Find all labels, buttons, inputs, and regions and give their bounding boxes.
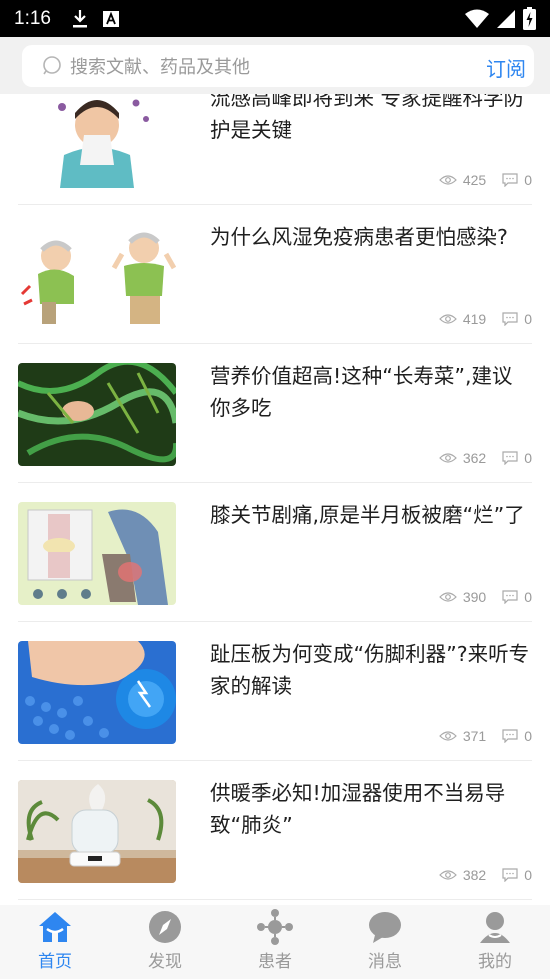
article-item[interactable]: 营养价值超高!这种“长寿菜”,建议你多吃 362 0 bbox=[18, 344, 532, 483]
article-stats: 425 0 bbox=[438, 172, 532, 188]
signal-icon bbox=[497, 9, 515, 28]
a-notification-icon bbox=[102, 10, 119, 27]
nav-label: 消息 bbox=[368, 952, 402, 972]
battery-charging-icon bbox=[523, 7, 536, 30]
search-header: 搜索文献、药品及其他 订阅 bbox=[0, 37, 550, 94]
message-icon bbox=[369, 912, 401, 943]
flu-person-illustration bbox=[18, 94, 176, 188]
knee-pain-illustration bbox=[18, 502, 176, 605]
article-item[interactable]: 流感高峰即将到来 专家提醒科学防护是关键 425 0 bbox=[18, 94, 532, 205]
status-time: 1:16 bbox=[14, 7, 51, 29]
article-title: 供暖季必知!加湿器使用不当易导致“肺炎” bbox=[210, 781, 506, 837]
search-placeholder: 搜索文献、药品及其他 bbox=[70, 57, 250, 78]
article-list: 流感高峰即将到来 专家提醒科学防护是关键 425 0 为什么风湿免疫病患者更怕感… bbox=[0, 94, 550, 905]
search-input[interactable]: 搜索文献、药品及其他 订阅 bbox=[22, 45, 534, 87]
article-thumbnail bbox=[18, 641, 176, 744]
comment-count: 0 bbox=[524, 450, 532, 466]
view-count: 390 bbox=[462, 589, 487, 605]
nav-home[interactable]: 首页 bbox=[0, 905, 110, 979]
nav-label: 患者 bbox=[258, 952, 292, 972]
nav-discover[interactable]: 发现 bbox=[110, 905, 220, 979]
article-stats: 390 0 bbox=[438, 589, 532, 605]
nav-label: 首页 bbox=[38, 952, 72, 972]
home-icon bbox=[39, 912, 71, 942]
compass-icon bbox=[149, 911, 181, 943]
article-item[interactable]: 趾压板为何变成“伤脚利器”?来听专家的解读 371 0 bbox=[18, 622, 532, 761]
subscribe-link[interactable]: 订阅 bbox=[486, 53, 526, 82]
eye-icon bbox=[438, 175, 457, 185]
green-vegetable-photo bbox=[18, 363, 176, 466]
article-title: 为什么风湿免疫病患者更怕感染? bbox=[210, 225, 508, 249]
patients-icon bbox=[257, 909, 293, 945]
profile-icon bbox=[480, 912, 510, 943]
comment-icon bbox=[502, 590, 518, 604]
eye-icon bbox=[438, 870, 457, 880]
comment-icon bbox=[502, 451, 518, 465]
comment-icon bbox=[502, 868, 518, 882]
article-item[interactable]: 供暖季必知!加湿器使用不当易导致“肺炎” 382 0 bbox=[18, 761, 532, 900]
article-thumbnail bbox=[18, 502, 176, 605]
comment-icon bbox=[502, 729, 518, 743]
nav-label: 发现 bbox=[148, 952, 182, 972]
article-title: 流感高峰即将到来 专家提醒科学防护是关键 bbox=[210, 94, 525, 142]
humidifier-photo bbox=[18, 780, 176, 883]
article-title: 营养价值超高!这种“长寿菜”,建议你多吃 bbox=[210, 364, 513, 420]
nav-patients[interactable]: 患者 bbox=[220, 905, 330, 979]
download-icon bbox=[72, 9, 87, 27]
comment-count: 0 bbox=[524, 589, 532, 605]
article-item[interactable]: 为什么风湿免疫病患者更怕感染? 419 0 bbox=[18, 205, 532, 344]
article-stats: 419 0 bbox=[438, 311, 532, 327]
eye-icon bbox=[438, 453, 457, 463]
comment-count: 0 bbox=[524, 867, 532, 883]
article-stats: 382 0 bbox=[438, 867, 532, 883]
article-title: 膝关节剧痛,原是半月板被磨“烂”了 bbox=[210, 503, 525, 527]
nav-label: 我的 bbox=[478, 952, 512, 972]
foot-massage-board-photo bbox=[18, 641, 176, 744]
article-thumbnail bbox=[18, 363, 176, 466]
article-thumbnail bbox=[18, 780, 176, 883]
eye-icon bbox=[438, 592, 457, 602]
view-count: 371 bbox=[462, 728, 487, 744]
eye-icon bbox=[438, 314, 457, 324]
search-icon bbox=[43, 56, 61, 75]
view-count: 419 bbox=[462, 311, 487, 327]
comment-count: 0 bbox=[524, 728, 532, 744]
article-thumbnail bbox=[18, 224, 176, 327]
comment-count: 0 bbox=[524, 311, 532, 327]
article-stats: 362 0 bbox=[438, 450, 532, 466]
comment-count: 0 bbox=[524, 172, 532, 188]
view-count: 382 bbox=[462, 867, 487, 883]
comment-icon bbox=[502, 173, 518, 187]
article-stats: 371 0 bbox=[438, 728, 532, 744]
comment-icon bbox=[502, 312, 518, 326]
elderly-men-illustration bbox=[18, 224, 176, 327]
nav-messages[interactable]: 消息 bbox=[330, 905, 440, 979]
article-title: 趾压板为何变成“伤脚利器”?来听专家的解读 bbox=[210, 642, 530, 698]
bottom-nav: 首页 发现 患者 消息 我的 bbox=[0, 905, 550, 979]
wifi-icon bbox=[465, 9, 489, 28]
eye-icon bbox=[438, 731, 457, 741]
view-count: 425 bbox=[462, 172, 487, 188]
article-item[interactable]: 膝关节剧痛,原是半月板被磨“烂”了 390 0 bbox=[18, 483, 532, 622]
view-count: 362 bbox=[462, 450, 487, 466]
nav-profile[interactable]: 我的 bbox=[440, 905, 550, 979]
article-thumbnail bbox=[18, 94, 176, 188]
status-bar: 1:16 bbox=[0, 0, 550, 37]
